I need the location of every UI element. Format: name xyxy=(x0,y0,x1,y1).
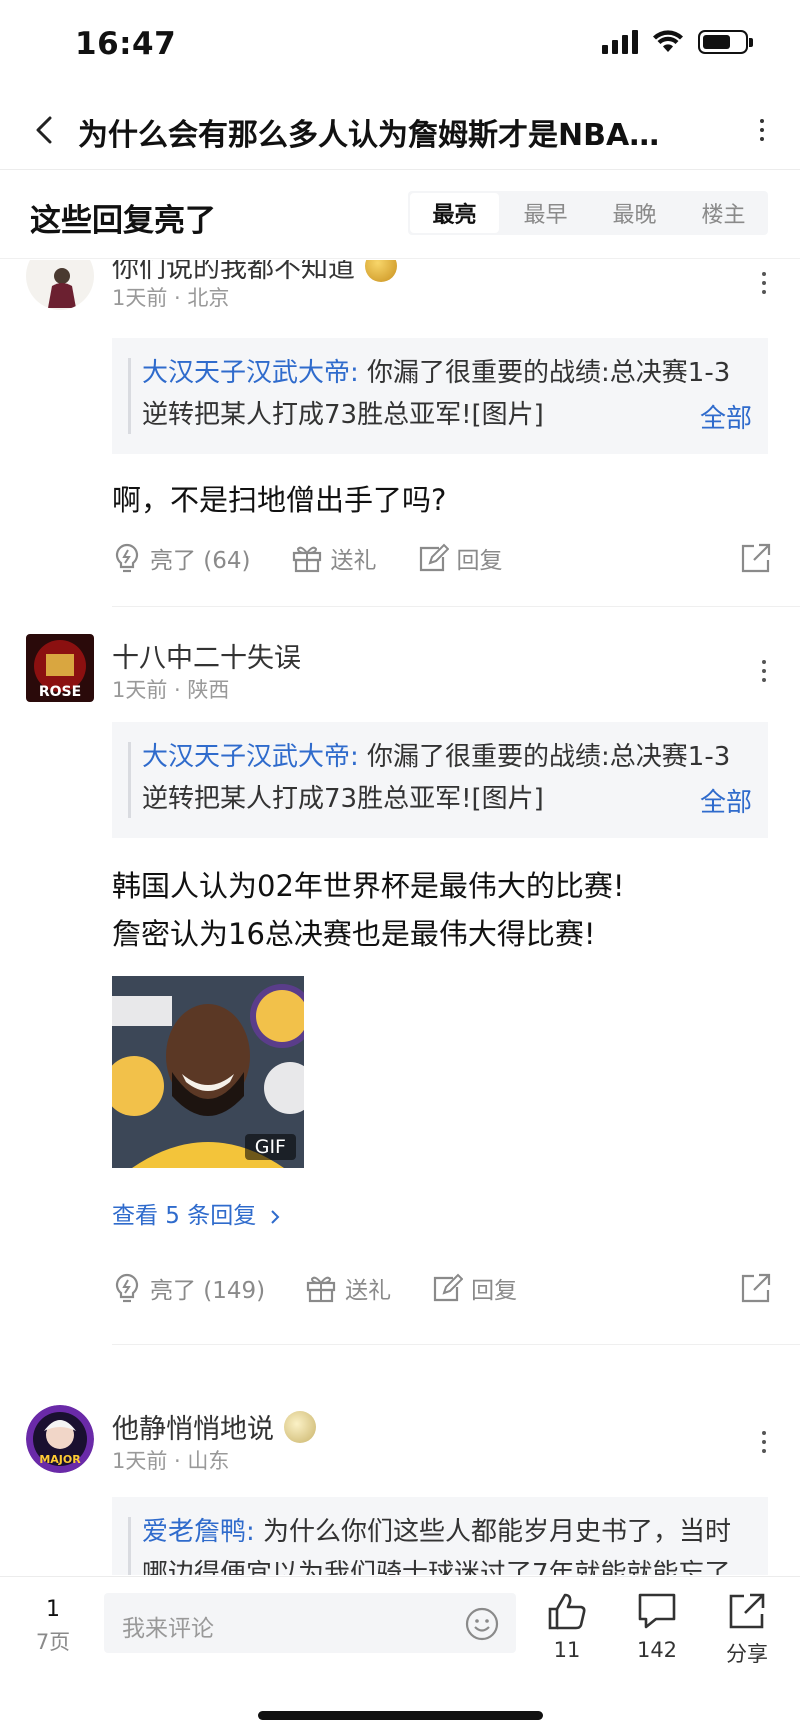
reply-label: 回复 xyxy=(471,1278,518,1304)
like-count: 亮了 (64) xyxy=(150,548,251,574)
share-icon xyxy=(741,543,771,573)
sort-tabs: 最亮 最早 最晚 楼主 xyxy=(408,191,768,235)
level-badge-icon xyxy=(284,1410,316,1443)
comment-feed[interactable]: GOAT 你们说的我都不知道 1天前 · 北京 大汉天子汉武大帝: 你漏了很重要… xyxy=(0,260,800,1575)
level-badge-icon xyxy=(365,260,397,282)
like-post-button[interactable]: 11 xyxy=(530,1591,604,1662)
view-replies-text: 查看 5 条回复 xyxy=(112,1203,257,1229)
comment-body: 啊，不是扫地僧出手了吗? xyxy=(112,483,447,517)
reply-label: 回复 xyxy=(456,548,503,574)
home-indicator xyxy=(258,1711,543,1720)
section-title: 这些回复亮了 xyxy=(30,203,216,239)
svg-text:MAJOR: MAJOR xyxy=(39,1453,81,1466)
share-icon xyxy=(729,1593,765,1629)
comment-item: GOAT 你们说的我都不知道 1天前 · 北京 大汉天子汉武大帝: 你漏了很重要… xyxy=(0,260,800,610)
comment-input[interactable]: 我来评论 xyxy=(104,1593,516,1653)
gift-button[interactable]: 送礼 xyxy=(305,1271,391,1305)
comment-meta: 1天前 · 陕西 xyxy=(112,678,230,702)
gift-button[interactable]: 送礼 xyxy=(291,541,377,575)
reply-button[interactable]: 回复 xyxy=(431,1271,517,1305)
tab-brightest[interactable]: 最亮 xyxy=(410,193,499,233)
gift-label: 送礼 xyxy=(330,548,377,574)
wifi-icon xyxy=(653,30,683,52)
signal-icon xyxy=(602,30,638,54)
battery-icon xyxy=(698,30,753,54)
page-title: 为什么会有那么多人认为詹姆斯才是NBA… xyxy=(78,118,660,153)
quote-expand-link[interactable]: 全部 xyxy=(689,398,752,440)
back-icon xyxy=(36,116,52,144)
quote-author[interactable]: 大汉天子汉武大帝: xyxy=(142,742,359,772)
username[interactable]: 他静悄悄地说 xyxy=(112,1407,316,1446)
share-icon xyxy=(741,1273,771,1303)
comment-more-button[interactable] xyxy=(754,1431,774,1453)
svg-text:ROSE: ROSE xyxy=(39,684,81,700)
status-time: 16:47 xyxy=(75,26,177,62)
status-bar: 16:47 xyxy=(0,0,800,90)
like-post-count: 11 xyxy=(553,1638,581,1662)
share-button[interactable] xyxy=(740,1272,772,1310)
bottom-bar: 1 7页 我来评论 11 142 分享 xyxy=(0,1576,800,1731)
share-label: 分享 xyxy=(726,1642,768,1666)
tab-op-only[interactable]: 楼主 xyxy=(679,191,768,235)
gift-icon xyxy=(307,1276,336,1303)
tab-earliest[interactable]: 最早 xyxy=(501,191,590,235)
section-header: 这些回复亮了 最亮 最早 最晚 楼主 xyxy=(0,171,800,259)
quote-author[interactable]: 爱老詹鸭: xyxy=(142,1517,255,1547)
comment-meta: 1天前 · 山东 xyxy=(112,1449,230,1473)
reply-button[interactable]: 回复 xyxy=(417,541,503,575)
comment-body-line: 詹密认为16总决赛也是最伟大得比赛! xyxy=(112,917,596,951)
divider xyxy=(112,606,800,607)
username[interactable]: 十八中二十失误 xyxy=(112,636,301,675)
back-button[interactable] xyxy=(22,108,66,152)
like-count: 亮了 (149) xyxy=(150,1278,266,1304)
nav-bar: 为什么会有那么多人认为詹姆斯才是NBA… xyxy=(0,90,800,170)
light-icon xyxy=(115,1273,139,1303)
comment-meta: 1天前 · 北京 xyxy=(112,286,230,310)
username-text: 他静悄悄地说 xyxy=(112,1414,274,1445)
chevron-right-icon xyxy=(270,1209,279,1224)
like-button[interactable]: 亮了 (64) xyxy=(112,541,251,575)
quote-expand-link[interactable]: 全部 xyxy=(689,782,752,824)
comment-actions: 亮了 (149) 送礼 回复 xyxy=(112,1268,772,1308)
gift-icon xyxy=(292,546,321,573)
quoted-reply[interactable]: 大汉天子汉武大帝: 你漏了很重要的战绩:总决赛1-3逆转把某人打成73胜总亚军!… xyxy=(112,338,768,454)
comment-icon xyxy=(638,1593,676,1629)
comment-actions: 亮了 (64) 送礼 回复 xyxy=(112,538,772,578)
comment-placeholder: 我来评论 xyxy=(122,1616,214,1642)
status-icons xyxy=(602,30,753,54)
comments-count: 142 xyxy=(636,1638,678,1662)
share-button[interactable] xyxy=(740,542,772,580)
view-replies-link[interactable]: 查看 5 条回复 xyxy=(112,1196,282,1230)
light-icon xyxy=(115,543,139,573)
comment-body-line: 韩国人认为02年世界杯是最伟大的比赛! xyxy=(112,869,625,903)
comments-button[interactable]: 142 xyxy=(620,1591,694,1662)
reply-icon xyxy=(419,543,449,572)
reply-icon xyxy=(434,1273,464,1302)
more-button[interactable] xyxy=(742,110,782,150)
gif-image[interactable]: GIF xyxy=(112,976,304,1168)
thumbs-up-icon xyxy=(548,1593,586,1630)
comment-more-button[interactable] xyxy=(754,272,774,294)
svg-text:GOAT: GOAT xyxy=(41,260,80,261)
like-button[interactable]: 亮了 (149) xyxy=(112,1271,265,1305)
page-total: 7页 xyxy=(35,1630,71,1654)
avatar[interactable]: GOAT xyxy=(26,260,94,310)
page-indicator[interactable]: 1 7页 xyxy=(20,1597,86,1656)
emoji-icon[interactable] xyxy=(464,1606,500,1642)
comment-body: 韩国人认为02年世界杯是最伟大的比赛! 詹密认为16总决赛也是最伟大得比赛! xyxy=(112,862,772,958)
quoted-reply[interactable]: 爱老詹鸭: 为什么你们这些人都能岁月史书了，当时哪边得便宜以为我们骑士球迷过了7… xyxy=(112,1497,768,1575)
quote-author[interactable]: 大汉天子汉武大帝: xyxy=(142,358,359,388)
gif-label: GIF xyxy=(244,1134,296,1160)
avatar[interactable]: MAJOR xyxy=(26,1405,94,1473)
tab-latest[interactable]: 最晚 xyxy=(590,191,679,235)
username-text: 十八中二十失误 xyxy=(112,643,301,674)
quoted-reply[interactable]: 大汉天子汉武大帝: 你漏了很重要的战绩:总决赛1-3逆转把某人打成73胜总亚军!… xyxy=(112,722,768,838)
avatar[interactable]: ROSE xyxy=(26,634,94,702)
gift-label: 送礼 xyxy=(345,1278,392,1304)
share-post-button[interactable]: 分享 xyxy=(710,1591,784,1668)
comment-item: MAJOR 他静悄悄地说 1天前 · 山东 爱老詹鸭: 为什么你们这些人都能岁月… xyxy=(0,1345,800,1575)
comment-more-button[interactable] xyxy=(754,660,774,682)
page-current: 1 xyxy=(46,1597,60,1622)
